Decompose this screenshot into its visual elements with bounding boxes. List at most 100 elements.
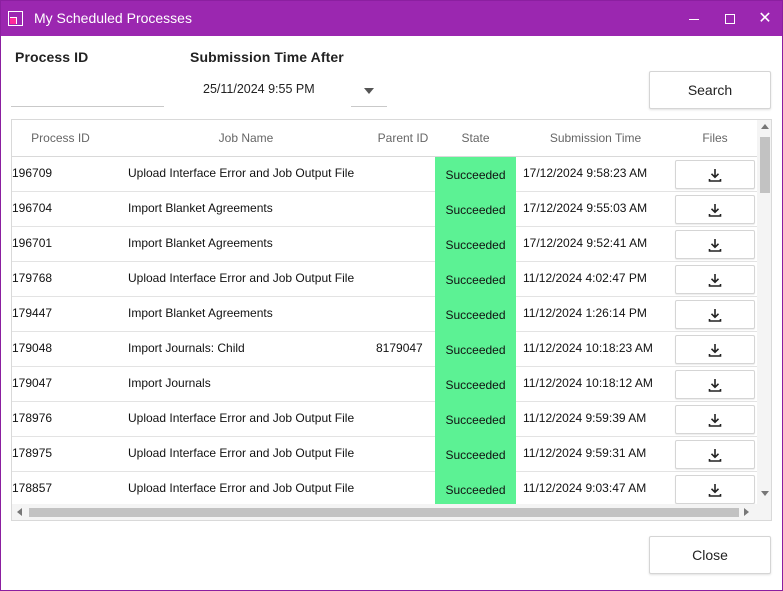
- submission-time-dropdown[interactable]: [351, 76, 387, 107]
- submission-time-cell: 11/12/2024 1:26:14 PM: [523, 306, 647, 320]
- horizontal-scroll-thumb[interactable]: [29, 508, 739, 517]
- download-icon: [708, 308, 722, 322]
- column-header-parent-id[interactable]: Parent ID: [368, 131, 438, 145]
- scheduled-processes-window: My Scheduled Processes ✕ Process ID Subm…: [0, 0, 783, 591]
- horizontal-scrollbar[interactable]: [12, 504, 757, 520]
- table-row[interactable]: 179048 Import Journals: Child 8179047 Succe…: [12, 332, 757, 367]
- column-header-process-id[interactable]: Process ID: [12, 131, 109, 145]
- scroll-right-icon[interactable]: [744, 508, 749, 516]
- submission-time-cell: 17/12/2024 9:58:23 AM: [523, 166, 648, 180]
- process-id-cell: 179768: [12, 271, 53, 285]
- scroll-left-icon[interactable]: [17, 508, 22, 516]
- job-name-cell: Upload Interface Error and Job Output Fi…: [128, 271, 355, 285]
- parent-id-cell: 8179047: [376, 341, 423, 355]
- vertical-scrollbar[interactable]: [757, 120, 771, 504]
- job-name-cell: Import Blanket Agreements: [128, 306, 273, 320]
- title-bar[interactable]: My Scheduled Processes ✕: [1, 1, 782, 36]
- submission-time-cell: 11/12/2024 9:03:47 AM: [523, 481, 647, 495]
- state-badge: Succeeded: [435, 262, 516, 297]
- state-badge: Succeeded: [435, 332, 516, 367]
- minimize-button[interactable]: [676, 1, 712, 36]
- job-name-cell: Import Blanket Agreements: [128, 201, 273, 215]
- process-id-cell: 196701: [12, 236, 53, 250]
- download-icon: [708, 413, 722, 427]
- minimize-icon: [689, 18, 699, 21]
- state-badge: Succeeded: [435, 297, 516, 332]
- process-id-cell: 179048: [12, 341, 53, 355]
- grid-header: Process ID Job Name Parent ID State Subm…: [12, 120, 757, 157]
- job-name-cell: Import Journals: [128, 376, 211, 390]
- vertical-scroll-thumb[interactable]: [760, 137, 770, 193]
- table-row[interactable]: 179447 Import Blanket Agreements Succeeded…: [12, 297, 757, 332]
- column-header-files[interactable]: Files: [675, 131, 755, 145]
- submission-time-cell: 11/12/2024 9:59:31 AM: [523, 446, 647, 460]
- download-files-button[interactable]: [675, 160, 755, 189]
- download-files-button[interactable]: [675, 195, 755, 224]
- download-icon: [708, 238, 722, 252]
- download-files-button[interactable]: [675, 230, 755, 259]
- scroll-down-icon[interactable]: [761, 491, 769, 496]
- download-files-button[interactable]: [675, 265, 755, 294]
- state-badge: Succeeded: [435, 367, 516, 402]
- chevron-down-icon: [364, 88, 374, 94]
- table-row[interactable]: 178976 Upload Interface Error and Job Out…: [12, 402, 757, 437]
- submission-time-cell: 17/12/2024 9:52:41 AM: [523, 236, 648, 250]
- app-icon: [8, 11, 23, 26]
- column-header-job-name[interactable]: Job Name: [128, 131, 364, 145]
- download-icon: [708, 273, 722, 287]
- maximize-icon: [725, 13, 735, 24]
- job-name-cell: Upload Interface Error and Job Output Fi…: [128, 481, 355, 495]
- download-icon: [708, 448, 722, 462]
- process-id-label: Process ID: [15, 49, 89, 65]
- job-name-cell: Import Blanket Agreements: [128, 236, 273, 250]
- column-header-state[interactable]: State: [435, 131, 516, 145]
- download-files-button[interactable]: [675, 440, 755, 469]
- maximize-button[interactable]: [712, 1, 748, 36]
- table-row[interactable]: 179047 Import Journals Succeeded 11/12/2024…: [12, 367, 757, 402]
- download-files-button[interactable]: [675, 300, 755, 329]
- processes-grid: Process ID Job Name Parent ID State Subm…: [11, 119, 772, 521]
- state-badge: Succeeded: [435, 227, 516, 262]
- table-row[interactable]: 196704 Import Blanket Agreements Succeeded…: [12, 192, 757, 227]
- download-files-button[interactable]: [675, 335, 755, 364]
- download-files-button[interactable]: [675, 405, 755, 434]
- process-id-cell: 179047: [12, 376, 53, 390]
- state-badge: Succeeded: [435, 192, 516, 227]
- table-row[interactable]: 178857 Upload Interface Error and Job Out…: [12, 472, 757, 507]
- table-row[interactable]: 196709 Upload Interface Error and Job Out…: [12, 157, 757, 192]
- scroll-up-icon[interactable]: [761, 124, 769, 129]
- download-icon: [708, 343, 722, 357]
- state-badge: Succeeded: [435, 472, 516, 507]
- close-icon: ✕: [758, 9, 772, 27]
- submission-time-cell: 17/12/2024 9:55:03 AM: [523, 201, 648, 215]
- submission-time-cell: 11/12/2024 10:18:12 AM: [523, 376, 653, 390]
- process-id-cell: 196709: [12, 166, 53, 180]
- window-title: My Scheduled Processes: [34, 10, 192, 26]
- download-icon: [708, 203, 722, 217]
- window-close-button[interactable]: ✕: [747, 1, 783, 36]
- process-id-cell: 196704: [12, 201, 53, 215]
- submission-time-cell: 11/12/2024 10:18:23 AM: [523, 341, 653, 355]
- download-icon: [708, 168, 722, 182]
- submission-time-cell: 11/12/2024 9:59:39 AM: [523, 411, 647, 425]
- process-id-cell: 178857: [12, 481, 53, 495]
- table-row[interactable]: 179768 Upload Interface Error and Job Out…: [12, 262, 757, 297]
- job-name-cell: Import Journals: Child: [128, 341, 245, 355]
- column-header-submission-time[interactable]: Submission Time: [523, 131, 668, 145]
- search-button[interactable]: Search: [649, 71, 771, 109]
- submission-time-label: Submission Time After: [190, 49, 344, 65]
- download-files-button[interactable]: [675, 475, 755, 504]
- process-id-cell: 178976: [12, 411, 53, 425]
- submission-time-field[interactable]: 25/11/2024 9:55 PM: [203, 82, 315, 96]
- process-id-cell: 179447: [12, 306, 53, 320]
- close-button[interactable]: Close: [649, 536, 771, 574]
- download-files-button[interactable]: [675, 370, 755, 399]
- process-id-input[interactable]: [11, 78, 164, 107]
- state-badge: Succeeded: [435, 402, 516, 437]
- state-badge: Succeeded: [435, 437, 516, 472]
- job-name-cell: Upload Interface Error and Job Output Fi…: [128, 411, 355, 425]
- table-row[interactable]: 196701 Import Blanket Agreements Succeeded…: [12, 227, 757, 262]
- state-badge: Succeeded: [435, 157, 516, 192]
- download-icon: [708, 378, 722, 392]
- table-row[interactable]: 178975 Upload Interface Error and Job Out…: [12, 437, 757, 472]
